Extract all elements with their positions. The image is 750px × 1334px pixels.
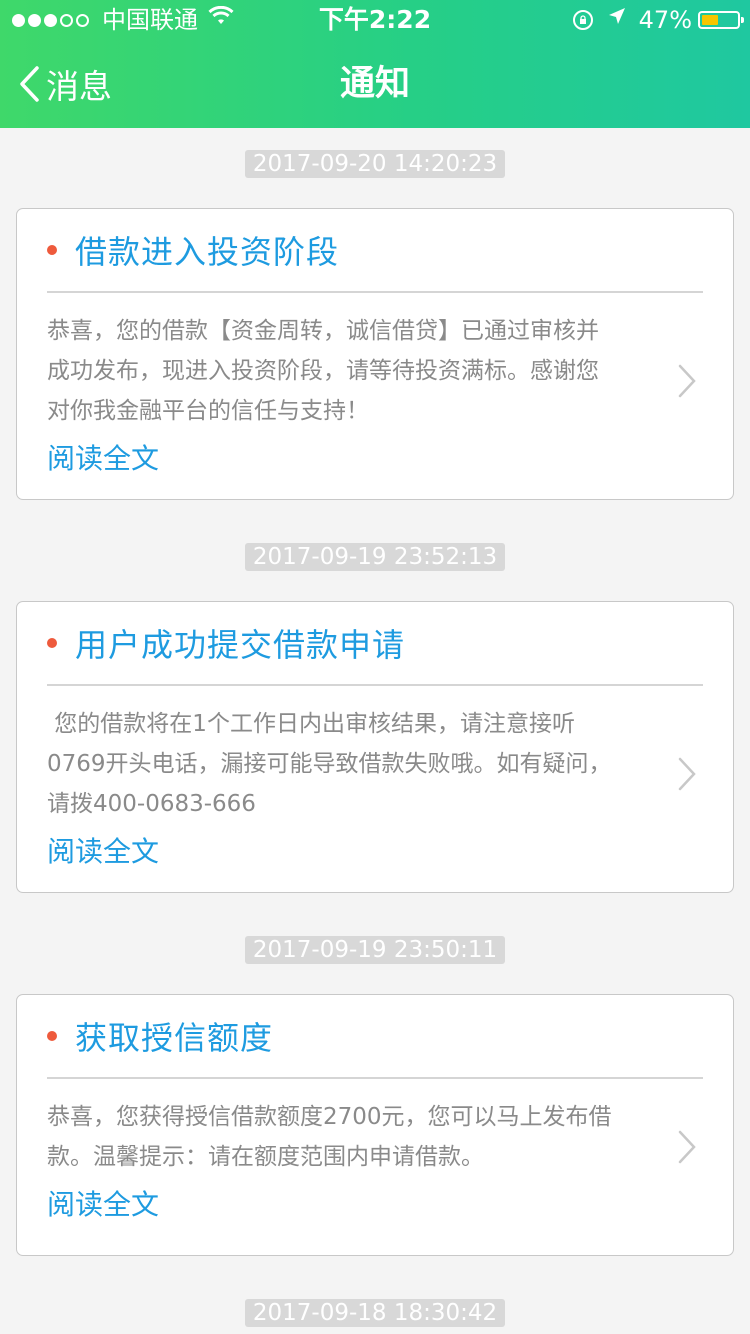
- battery-level: [702, 15, 718, 25]
- top-bar: 中国联通 下午2:22 47% 消息 通知: [0, 0, 750, 128]
- chevron-right-icon: [678, 364, 696, 398]
- timestamp-label: 2017-09-19 23:50:11: [244, 936, 506, 964]
- page-title: 通知: [339, 64, 410, 104]
- card-title: 借款进入投资阶段: [75, 233, 340, 271]
- read-more-link[interactable]: 阅读全文: [47, 832, 159, 872]
- card-header: 获取授信额度: [47, 995, 703, 1079]
- card-text-line: 恭喜，您的借款【资金周转，诚信借贷】已通过审核并: [47, 318, 599, 344]
- card-text-line: 请拨400-0683-666: [47, 791, 256, 817]
- chevron-right-icon: [678, 757, 696, 791]
- card-text: 恭喜，您获得授信借款额度2700元，您可以马上发布借 款。温馨提示：请在额度范围…: [47, 1097, 643, 1177]
- chevron-right-icon: [678, 1130, 696, 1164]
- card-text: 恭喜，您的借款【资金周转，诚信借贷】已通过审核并 成功发布，现进入投资阶段，请等…: [47, 311, 643, 431]
- card-text-line: 恭喜，您获得授信借款额度2700元，您可以马上发布借: [47, 1104, 612, 1130]
- notification-card[interactable]: 用户成功提交借款申请 您的借款将在1个工作日内出审核结果，请注意接听 0769开…: [16, 601, 734, 893]
- battery-icon: [698, 11, 744, 29]
- card-text-line: 您的借款将在1个工作日内出审核结果，请注意接听: [47, 711, 575, 737]
- card-text: 您的借款将在1个工作日内出审核结果，请注意接听 0769开头电话，漏接可能导致借…: [47, 704, 643, 824]
- notification-card[interactable]: 借款进入投资阶段 恭喜，您的借款【资金周转，诚信借贷】已通过审核并 成功发布，现…: [16, 208, 734, 500]
- card-text-line: 款。温馨提示：请在额度范围内申请借款。: [47, 1144, 484, 1170]
- read-more-link[interactable]: 阅读全文: [47, 439, 159, 479]
- timestamp: 2017-09-18 18:30:42: [0, 1299, 750, 1327]
- card-header: 借款进入投资阶段: [47, 209, 703, 293]
- status-right: 47%: [572, 0, 744, 40]
- card-title: 获取授信额度: [75, 1019, 274, 1057]
- card-body: 您的借款将在1个工作日内出审核结果，请注意接听 0769开头电话，漏接可能导致借…: [17, 686, 733, 872]
- card-header: 用户成功提交借款申请: [47, 602, 703, 686]
- card-body: 恭喜，您获得授信借款额度2700元，您可以马上发布借 款。温馨提示：请在额度范围…: [17, 1079, 733, 1225]
- unread-dot-icon: [47, 1031, 57, 1041]
- timestamp-label: 2017-09-18 18:30:42: [244, 1299, 506, 1327]
- notification-card[interactable]: 获取授信额度 恭喜，您获得授信借款额度2700元，您可以马上发布借 款。温馨提示…: [16, 994, 734, 1256]
- timestamp: 2017-09-19 23:50:11: [0, 936, 750, 964]
- timestamp-label: 2017-09-19 23:52:13: [244, 543, 506, 571]
- card-text-line: 0769开头电话，漏接可能导致借款失败哦。如有疑问，: [47, 751, 612, 777]
- card-text-line: 成功发布，现进入投资阶段，请等待投资满标。感谢您: [47, 358, 599, 384]
- unread-dot-icon: [47, 245, 57, 255]
- timestamp-label: 2017-09-20 14:20:23: [244, 150, 506, 178]
- card-title: 用户成功提交借款申请: [75, 626, 406, 664]
- card-body: 恭喜，您的借款【资金周转，诚信借贷】已通过审核并 成功发布，现进入投资阶段，请等…: [17, 293, 733, 479]
- status-bar: 中国联通 下午2:22 47%: [0, 0, 750, 40]
- unread-dot-icon: [47, 638, 57, 648]
- read-more-link[interactable]: 阅读全文: [47, 1185, 159, 1225]
- timestamp: 2017-09-19 23:52:13: [0, 543, 750, 571]
- battery-percent: 47%: [638, 6, 692, 34]
- rotation-lock-icon: [572, 10, 593, 30]
- location-arrow-icon: [607, 0, 627, 40]
- timestamp: 2017-09-20 14:20:23: [0, 150, 750, 178]
- card-text-line: 对你我金融平台的信任与支持！: [47, 398, 369, 424]
- nav-bar: 消息 通知: [0, 40, 750, 128]
